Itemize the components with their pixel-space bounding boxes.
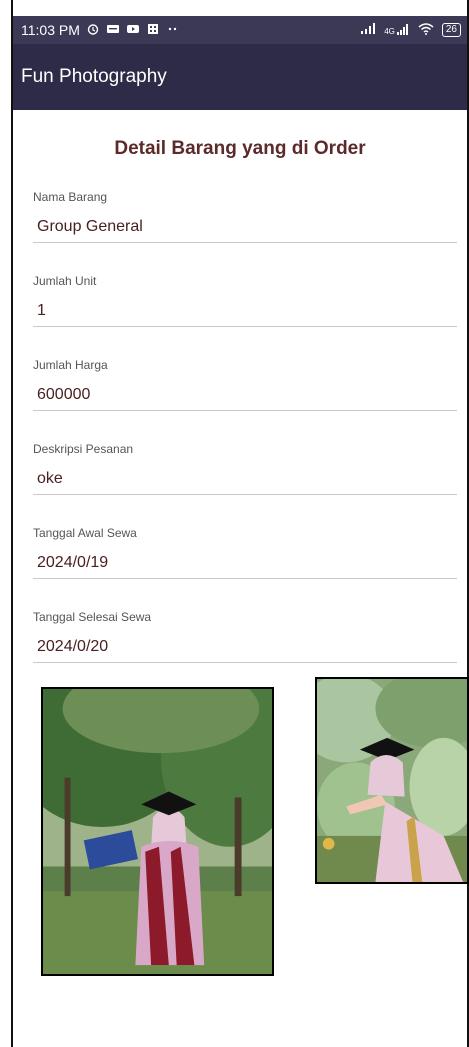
battery-icon: 26 [441,23,461,37]
field-label: Tanggal Selesai Sewa [33,610,152,624]
product-photo-1 [41,687,274,976]
alarm-icon [86,22,100,38]
status-time: 11:03 PM [21,22,80,38]
status-bar: 11:03 PM 4G 26 [13,16,467,44]
field-label: Jumlah Harga [33,358,108,372]
chat-icon [106,22,120,38]
app-bar: Fun Photography [13,44,467,110]
field-jumlah-unit: Jumlah Unit 1 [33,274,457,327]
field-label: Tanggal Awal Sewa [33,526,137,540]
field-value[interactable]: 2024/0/20 [33,638,457,663]
field-nama-barang: Nama Barang Group General [33,190,457,243]
field-jumlah-harga: Jumlah Harga 600000 [33,358,457,411]
app-title: Fun Photography [21,66,167,87]
field-label: Jumlah Unit [33,274,97,288]
field-value[interactable]: 600000 [33,386,457,411]
signal-4g-icon: 4G [384,24,410,36]
wifi-icon [418,22,434,38]
field-tanggal-awal-sewa: Tanggal Awal Sewa 2024/0/19 [33,526,457,579]
calendar-icon [146,22,160,38]
signal-icon [360,22,376,38]
battery-level: 26 [445,24,457,35]
field-tanggal-selesai-sewa: Tanggal Selesai Sewa 2024/0/20 [33,610,457,663]
field-value[interactable]: 2024/0/19 [33,554,457,579]
detail-title: Detail Barang yang di Order [114,138,366,159]
field-deskripsi-pesanan: Deskripsi Pesanan oke [33,442,457,495]
field-value[interactable]: 1 [33,302,457,327]
youtube-icon [126,22,140,38]
product-photo-2 [315,677,469,884]
network-type-label: 4G [384,27,395,36]
field-value[interactable]: oke [33,470,457,495]
more-dots-icon [166,22,180,38]
field-label: Nama Barang [33,190,108,204]
field-label: Deskripsi Pesanan [33,442,134,456]
field-value[interactable]: Group General [33,218,457,243]
